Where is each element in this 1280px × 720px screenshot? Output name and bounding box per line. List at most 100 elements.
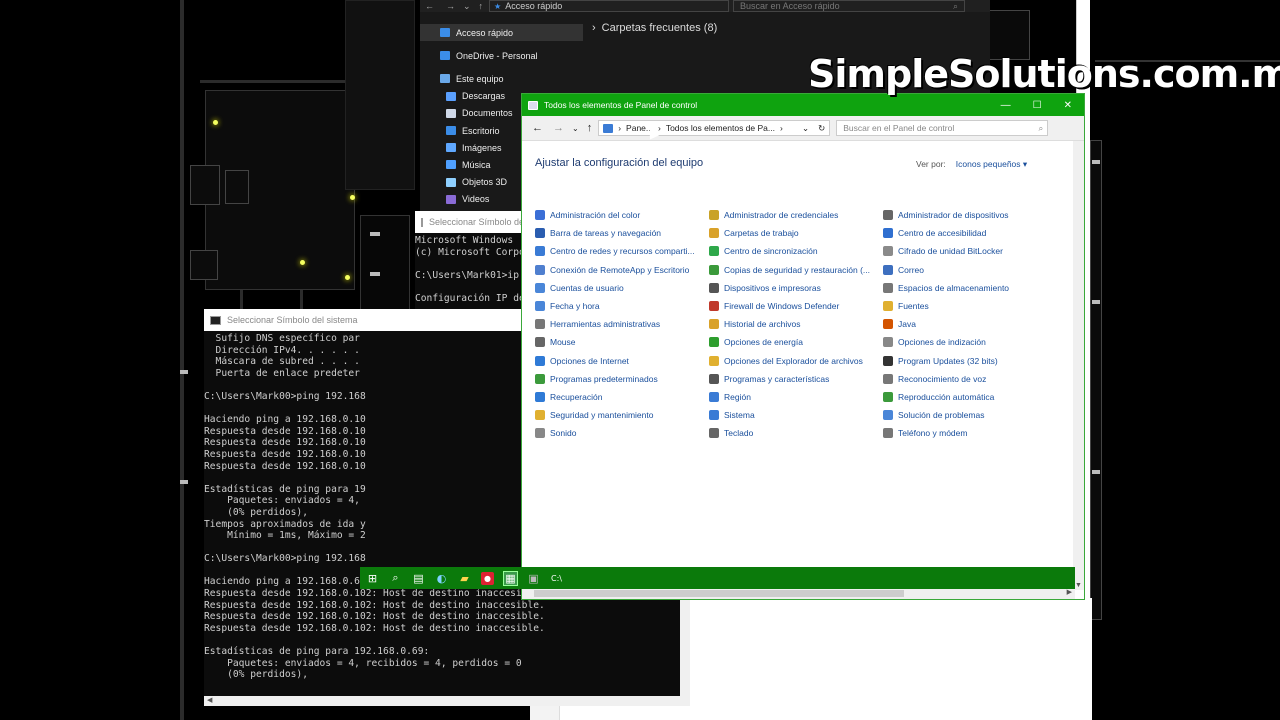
control-panel-item[interactable]: Carpetas de trabajo <box>709 224 883 242</box>
control-panel-item[interactable]: Firewall de Windows Defender <box>709 297 883 315</box>
chevron-left-icon[interactable]: ◀ <box>207 696 212 704</box>
up-arrow-icon[interactable]: ↑ <box>587 122 593 134</box>
control-panel-item[interactable]: Herramientas administrativas <box>535 315 709 333</box>
back-arrow-icon[interactable]: ← <box>425 1 434 11</box>
circuit-pin <box>1092 300 1100 304</box>
windows-start-icon[interactable]: ⊞ <box>366 572 379 585</box>
up-arrow-icon[interactable]: ↑ <box>479 1 484 11</box>
control-panel-item[interactable]: Dispositivos e impresoras <box>709 279 883 297</box>
circuit-pin <box>180 480 188 484</box>
control-panel-item[interactable]: Centro de accesibilidad <box>883 224 1057 242</box>
chevron-down-icon[interactable]: ▼ <box>1075 582 1082 589</box>
control-panel-item[interactable]: Cuentas de usuario <box>535 279 709 297</box>
control-panel-item-icon <box>709 282 719 293</box>
scroll-thumb[interactable] <box>534 590 904 597</box>
refresh-icon[interactable]: ↻ <box>818 123 829 134</box>
cmd-icon <box>210 315 221 325</box>
chevron-down-icon[interactable]: ⌄ <box>463 1 471 12</box>
control-panel-item[interactable]: Java <box>883 315 1057 333</box>
control-panel-item[interactable]: Reconocimiento de voz <box>883 370 1057 388</box>
view-by-dropdown[interactable]: Iconos pequeños ▾ <box>956 159 1027 170</box>
file-explorer-icon[interactable]: ▰ <box>458 572 471 585</box>
cp-scrollbar[interactable]: ▼ <box>1073 141 1084 590</box>
control-panel-item[interactable]: Barra de tareas y navegación <box>535 224 709 242</box>
control-panel-item[interactable]: Centro de redes y recursos comparti... <box>535 242 709 260</box>
control-panel-item[interactable]: Administración del color <box>535 206 709 224</box>
control-panel-item[interactable]: Seguridad y mantenimiento <box>535 406 709 424</box>
explorer-search-box[interactable]: Buscar en Acceso rápido ⌕ <box>733 0 966 12</box>
circuit-chip <box>190 250 218 280</box>
control-panel-item[interactable]: Sistema <box>709 406 883 424</box>
control-panel-item[interactable]: Conexión de RemoteApp y Escritorio <box>535 261 709 279</box>
control-panel-item[interactable]: Administrador de dispositivos <box>883 206 1057 224</box>
cmd-line: Respuesta desde 192.168.0.102: Host de d… <box>204 611 545 623</box>
taskbar: ⊞ ⌕ ▤ ◐ ▰ ● ▦ ▣ C:\ <box>360 567 1075 589</box>
control-panel-item[interactable]: Administrador de credenciales <box>709 206 883 224</box>
control-panel-item[interactable]: Program Updates (32 bits) <box>883 352 1057 370</box>
control-panel-item[interactable]: Mouse <box>535 333 709 351</box>
desktop-icon <box>446 126 456 136</box>
control-panel-item[interactable]: Centro de sincronización <box>709 242 883 260</box>
forward-arrow-icon[interactable]: → <box>553 122 564 134</box>
minimize-icon[interactable]: — <box>1001 100 1011 111</box>
media-icon[interactable]: ● <box>481 571 494 585</box>
control-panel-item[interactable]: Opciones de indización <box>883 333 1057 351</box>
circuit-pin <box>1092 470 1100 474</box>
sidebar-item-label: Objetos 3D <box>462 177 508 188</box>
chevron-down-icon[interactable]: ⌄ <box>802 123 813 134</box>
explorer-address-bar[interactable]: ★ Acceso rápido <box>489 0 730 12</box>
control-panel-item-label: Herramientas administrativas <box>550 319 661 330</box>
frequent-folders-group[interactable]: › Carpetas frecuentes (8) <box>592 22 717 34</box>
search-icon[interactable]: ⌕ <box>389 571 402 585</box>
cmd-icon[interactable]: C:\ <box>550 572 563 585</box>
control-panel-window: Todos los elementos de Panel de control … <box>521 93 1085 600</box>
forward-arrow-icon[interactable]: → <box>446 1 455 11</box>
control-panel-item-icon <box>709 373 719 384</box>
chevron-right-icon[interactable]: ▶ <box>1067 588 1072 596</box>
control-panel-item[interactable]: Opciones del Explorador de archivos <box>709 352 883 370</box>
chevron-down-icon[interactable]: ⌄ <box>572 124 579 133</box>
control-panel-item[interactable]: Opciones de Internet <box>535 352 709 370</box>
control-panel-item[interactable]: Correo <box>883 261 1057 279</box>
cp-address-row: ← → ⌄ ↑ › Pane... › Todos los elementos … <box>522 116 1084 141</box>
cmd-h-scrollbar[interactable]: ◀ <box>204 696 690 706</box>
control-panel-item[interactable]: Programas y características <box>709 370 883 388</box>
cp-address-bar[interactable]: › Pane... › Todos los elementos de Pa...… <box>598 120 831 136</box>
maximize-icon[interactable]: ☐ <box>1033 100 1042 111</box>
circuit-pin <box>370 232 380 236</box>
control-panel-item[interactable]: Espacios de almacenamiento <box>883 279 1057 297</box>
control-panel-item[interactable]: Sonido <box>535 424 709 442</box>
app-icon[interactable]: ▣ <box>527 572 540 585</box>
control-panel-item[interactable]: Fecha y hora <box>535 297 709 315</box>
control-panel-item[interactable]: Opciones de energía <box>709 333 883 351</box>
sidebar-item-label: Música <box>462 159 491 170</box>
breadcrumb-item[interactable]: Todos los elementos de Pa... <box>666 123 775 133</box>
control-panel-item-icon <box>709 337 719 348</box>
control-panel-item-icon <box>883 228 893 239</box>
task-view-icon[interactable]: ▤ <box>412 572 425 585</box>
control-panel-item[interactable]: Teléfono y módem <box>883 424 1057 442</box>
control-panel-icon[interactable]: ▦ <box>503 570 518 586</box>
control-panel-item-label: Teléfono y módem <box>898 428 968 439</box>
control-panel-item[interactable]: Recuperación <box>535 388 709 406</box>
sidebar-item[interactable]: Este equipo <box>420 70 583 87</box>
control-panel-item[interactable]: Solución de problemas <box>883 406 1057 424</box>
edge-icon[interactable]: ◐ <box>435 572 448 585</box>
control-panel-item[interactable]: Fuentes <box>883 297 1057 315</box>
cp-search-box[interactable]: Buscar en el Panel de control ⌕ <box>836 120 1049 136</box>
control-panel-item[interactable]: Copias de seguridad y restauración (... <box>709 261 883 279</box>
control-panel-item-label: Opciones de Internet <box>550 355 629 366</box>
cp-h-scrollbar[interactable]: ▶ <box>522 588 1075 599</box>
control-panel-item[interactable]: Programas predeterminados <box>535 370 709 388</box>
control-panel-item[interactable]: Historial de archivos <box>709 315 883 333</box>
control-panel-item[interactable]: Cifrado de unidad BitLocker <box>883 242 1057 260</box>
back-arrow-icon[interactable]: ← <box>532 122 543 134</box>
sidebar-item[interactable]: Acceso rápido <box>420 24 583 42</box>
control-panel-item-icon <box>709 301 719 312</box>
control-panel-item-label: Opciones de indización <box>898 337 986 348</box>
control-panel-item[interactable]: Teclado <box>709 424 883 442</box>
sidebar-item[interactable]: OneDrive - Personal <box>420 47 583 64</box>
close-icon[interactable]: ✕ <box>1064 100 1072 111</box>
control-panel-item[interactable]: Reproducción automática <box>883 388 1057 406</box>
control-panel-item[interactable]: Región <box>709 388 883 406</box>
